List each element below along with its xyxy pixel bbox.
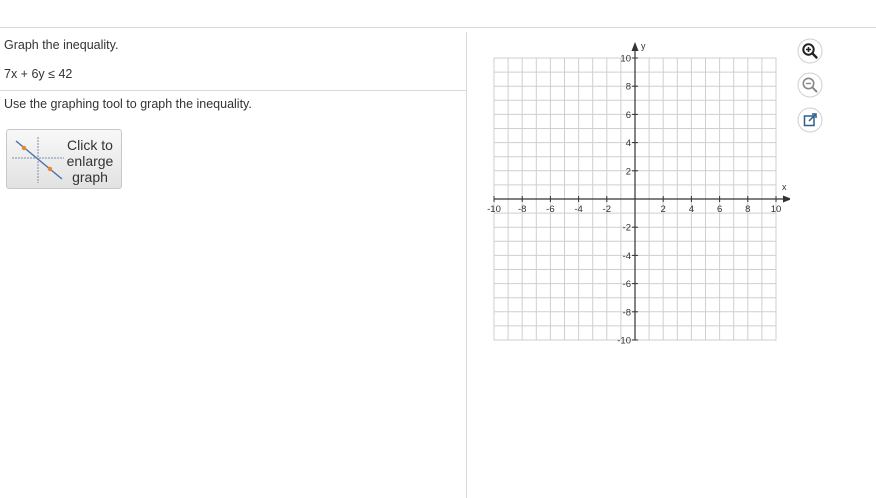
x-axis-label: x [782,182,787,192]
enlarge-graph-button[interactable]: Click to enlarge graph [6,129,122,189]
y-tick-label: -2 [623,223,631,234]
x-tick-label: -10 [487,204,501,215]
x-tick-label: -4 [574,204,582,215]
coordinate-graph[interactable]: x y -10 -8 -6 -4 -2 2 4 6 8 10 10 8 6 4 2 -2 -4 -6 -8 -10 [480,38,790,348]
y-axis-label: y [641,41,646,51]
x-tick-label: -8 [518,204,526,215]
x-tick-label: -6 [546,204,554,215]
x-tick-label: 2 [661,204,666,215]
x-tick-label: 4 [689,204,694,215]
x-tick-label: 8 [745,204,750,215]
graph-thumbnail-icon [12,137,64,183]
popout-button[interactable] [797,107,823,133]
x-tick-label: 6 [717,204,722,215]
y-tick-label: -6 [623,279,631,290]
y-tick-label: -4 [623,251,631,262]
y-tick-label: 4 [626,138,631,149]
inequality-text: 7x + 6y ≤ 42 [4,67,73,81]
panel-divider [466,32,467,498]
x-tick-label: -2 [603,204,611,215]
instruction-text: Use the graphing tool to graph the inequ… [4,97,252,111]
zoom-in-button[interactable] [797,38,823,64]
zoom-in-icon [797,38,823,64]
question-title: Graph the inequality. [4,38,119,52]
x-tick-label: 10 [771,204,782,215]
question-divider [0,90,466,91]
y-tick-label: 2 [626,166,631,177]
y-axis-arrow [631,42,639,51]
y-tick-label: -8 [623,307,631,318]
enlarge-button-label: Click to enlarge graph [66,137,114,185]
zoom-out-button[interactable] [797,72,823,98]
y-tick-label: 10 [620,54,631,65]
popout-icon [797,107,823,133]
y-tick-label: 6 [626,110,631,121]
y-tick-label: -10 [617,336,631,347]
y-tick-label: 8 [626,82,631,93]
zoom-out-icon [797,72,823,98]
top-divider [0,27,876,28]
x-axis-arrow [783,195,790,203]
